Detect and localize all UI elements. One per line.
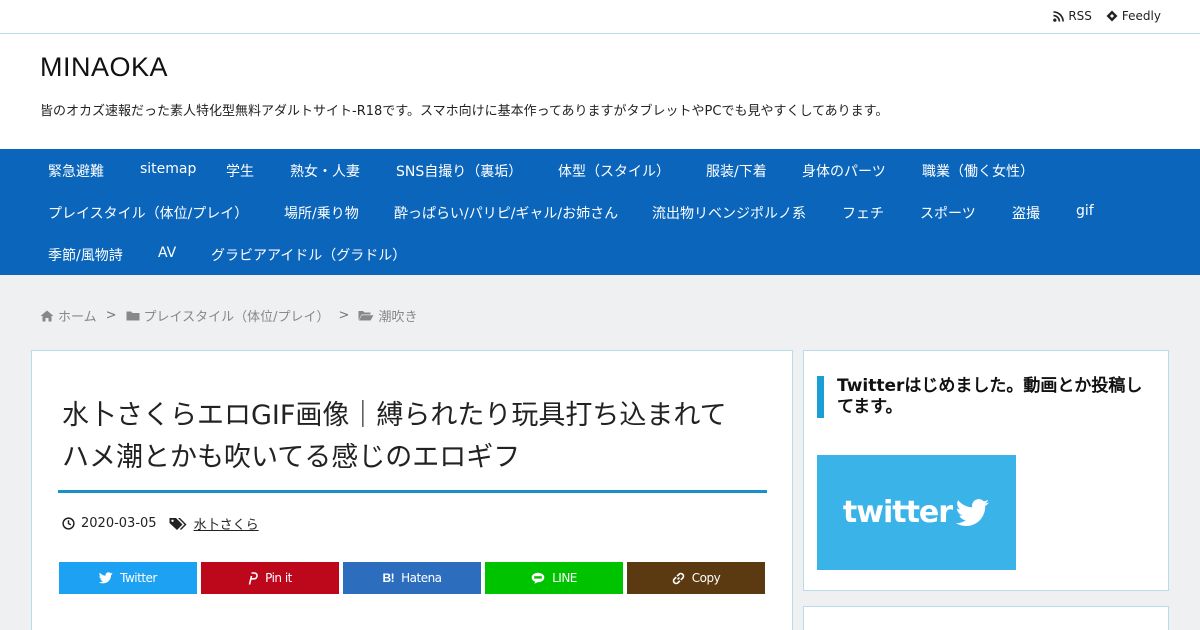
nav-item-gif[interactable]: gif [1076,203,1094,219]
rss-icon [1053,10,1065,22]
breadcrumb-home[interactable]: ホーム [58,306,97,325]
nav-item-sitemap[interactable]: sitemap [140,161,196,177]
article-card: 水卜さくらエロGIF画像｜縛られたり玩具打ち込まれてハメ潮とかも吹いてる感じのエ… [31,350,793,630]
sidebar-twitter-widget: Twitterはじめました。動画とか投稿してます。 twitter [803,350,1169,591]
rss-label: RSS [1068,9,1092,23]
rss-link[interactable]: RSS [1053,9,1092,23]
nav-item-fetish[interactable]: フェチ [842,203,884,223]
nav-item-sports[interactable]: スポーツ [920,203,976,223]
nav-item-emergency[interactable]: 緊急避難 [48,161,104,181]
share-line-button[interactable]: LINE [485,562,623,594]
article-title: 水卜さくらエロGIF画像｜縛られたり玩具打ち込まれてハメ潮とかも吹いてる感じのエ… [62,400,727,473]
nav-item-season[interactable]: 季節/風物詩 [48,245,123,265]
twitter-icon [99,572,113,584]
feedly-label: Feedly [1121,9,1161,23]
share-hatena-label: Hatena [401,571,442,585]
hatena-icon: B! [382,571,395,585]
share-twitter-button[interactable]: Twitter [59,562,197,594]
site-header: MINAOKA 皆のオカズ速報だった素人特化型無料アダルトサイト-R18です。ス… [0,34,1200,149]
breadcrumb-subcategory: 潮吹き [378,310,418,325]
site-title[interactable]: MINAOKA [40,52,168,83]
copy-link-button[interactable]: Copy [627,562,765,594]
nav-item-party[interactable]: 酔っぱらい/パリピ/ギャル/お姉さん [394,203,618,223]
share-hatena-button[interactable]: B! Hatena [343,562,481,594]
breadcrumb-separator: > [105,308,117,323]
nav-item-voyeur[interactable]: 盗撮 [1012,203,1040,223]
nav-item-sns[interactable]: SNS自撮り（裏垢） [396,161,522,181]
nav-item-mature[interactable]: 熟女・人妻 [290,161,360,181]
sidebar-widget-next [803,606,1169,630]
share-line-label: LINE [552,571,577,585]
widget-title: Twitterはじめました。動画とか投稿してます。 [817,376,1152,418]
copy-link-label: Copy [691,571,721,585]
share-buttons: Twitter Pin it B! Hatena LINE Copy [59,562,765,594]
nav-item-occupation[interactable]: 職業（働く女性） [922,161,1034,181]
post-date: 2020-03-05 [81,516,157,531]
twitter-banner[interactable]: twitter [817,455,1016,570]
nav-item-leak[interactable]: 流出物リベンジポルノ系 [652,203,806,223]
twitter-wordmark-text: twitter [842,495,953,530]
feedly-icon [1106,10,1118,22]
site-description: 皆のオカズ速報だった素人特化型無料アダルトサイト-R18です。スマホ向けに基本作… [40,104,889,119]
share-twitter-label: Twitter [120,571,157,585]
breadcrumb: ホーム > プレイスタイル（体位/プレイ） > 潮吹き [40,306,417,325]
home-icon [40,310,54,322]
title-underline [58,490,767,493]
twitter-wordmark: twitter [843,495,990,530]
nav-item-clothing[interactable]: 服装/下着 [706,161,767,181]
feedly-link[interactable]: Feedly [1106,9,1161,23]
pinterest-icon [248,571,258,585]
nav-item-play-style[interactable]: プレイスタイル（体位/プレイ） [48,203,248,223]
global-nav: 緊急避難 sitemap 学生 熟女・人妻 SNS自撮り（裏垢） 体型（スタイル… [0,149,1200,275]
share-pinterest-button[interactable]: Pin it [201,562,339,594]
nav-item-place[interactable]: 場所/乗り物 [284,203,359,223]
nav-item-av[interactable]: AV [158,245,176,261]
share-pinterest-label: Pin it [265,571,292,585]
nav-item-body-parts[interactable]: 身体のパーツ [802,161,886,181]
top-bar: RSS Feedly [0,0,1200,34]
folder-icon [126,310,140,321]
folder-open-icon [358,310,374,321]
article-meta: 2020-03-05 水卜さくら [62,514,259,533]
twitter-bird-icon [956,498,990,526]
nav-item-body-type[interactable]: 体型（スタイル） [558,161,670,181]
breadcrumb-separator: > [338,308,350,323]
breadcrumb-category[interactable]: プレイスタイル（体位/プレイ） [144,306,330,325]
link-icon [672,572,685,584]
tag-link[interactable]: 水卜さくら [194,514,259,533]
nav-item-student[interactable]: 学生 [226,161,254,181]
nav-item-gravure[interactable]: グラビアアイドル（グラドル） [211,245,406,265]
feed-links: RSS Feedly [1053,9,1161,23]
tags-icon [169,517,188,531]
line-icon [531,572,545,584]
clock-icon [62,517,75,530]
